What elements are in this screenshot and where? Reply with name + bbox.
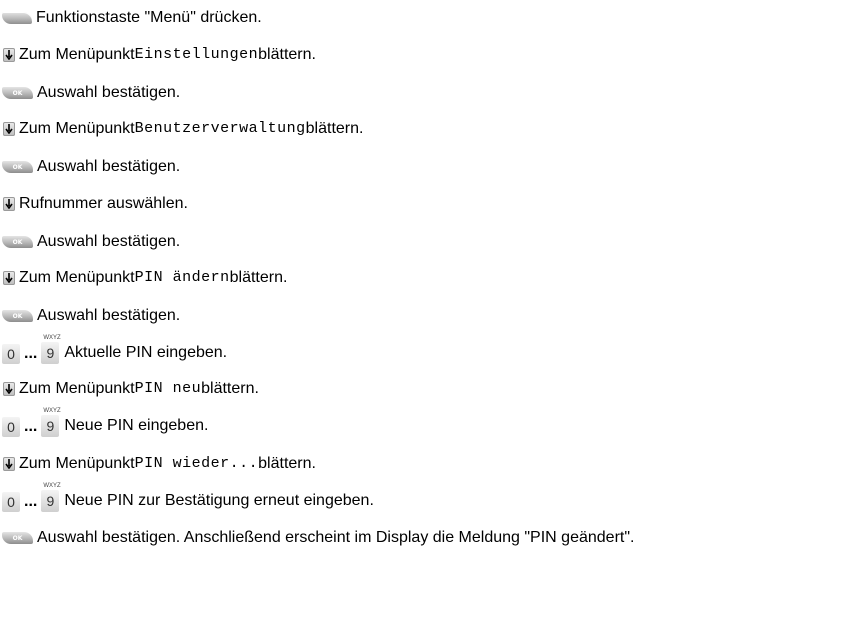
- step-8-menu-item: PIN ändern: [134, 269, 230, 286]
- step-11-menu-item: PIN neu: [134, 380, 202, 397]
- step-12: 0 ... WXYZ 9 Neue PIN eingeben.: [0, 408, 209, 441]
- digit-keys-icon: 0 ... WXYZ 9: [2, 408, 61, 437]
- arrow-down-key-icon: [3, 271, 15, 285]
- step-8: Zum Menüpunkt PIN ändern blättern.: [0, 266, 287, 290]
- digit-keys-icon: 0 ... WXYZ 9: [2, 335, 61, 364]
- arrow-down-key-icon: [3, 382, 15, 396]
- arrow-down-key-icon: [3, 48, 15, 62]
- step-4-text-post: blättern.: [305, 120, 364, 137]
- step-5: OK Auswahl bestätigen.: [0, 155, 180, 179]
- step-5-text: Auswahl bestätigen.: [37, 158, 181, 175]
- step-4-text-pre: Zum Menüpunkt: [19, 120, 135, 137]
- step-1: Funktionstaste "Menü" drücken.: [0, 6, 262, 30]
- step-2-text-post: blättern.: [258, 46, 316, 63]
- step-14-text: Neue PIN zur Bestätigung erneut eingeben…: [64, 492, 374, 509]
- digit-key-9-letters: WXYZ: [43, 483, 61, 489]
- ok-key-icon: OK: [2, 532, 33, 544]
- digit-range-ellipsis: ...: [24, 493, 38, 510]
- step-10-text: Aktuelle PIN eingeben.: [64, 344, 228, 361]
- step-9: OK Auswahl bestätigen.: [0, 304, 180, 328]
- step-13: Zum Menüpunkt PIN wieder... blättern.: [0, 452, 316, 476]
- digit-key-9-letters: WXYZ: [43, 335, 61, 341]
- digit-keys-icon: 0 ... WXYZ 9: [2, 483, 61, 512]
- step-2-menu-item: Einstellungen: [134, 46, 259, 63]
- step-11-text-pre: Zum Menüpunkt: [19, 380, 135, 397]
- step-9-text: Auswahl bestätigen.: [37, 307, 181, 324]
- step-1-text: Funktionstaste "Menü" drücken.: [36, 9, 262, 26]
- step-13-menu-item: PIN wieder...: [134, 455, 259, 472]
- step-11-text-post: blättern.: [201, 380, 259, 397]
- digit-key-9-label: 9: [46, 418, 55, 434]
- step-4: Zum Menüpunkt Benutzerverwaltung blätter…: [0, 117, 363, 141]
- step-13-text-pre: Zum Menüpunkt: [19, 455, 135, 472]
- step-13-text-post: blättern.: [258, 455, 316, 472]
- step-15: OK Auswahl bestätigen. Anschließend ersc…: [0, 526, 634, 550]
- digit-range-ellipsis: ...: [24, 345, 38, 362]
- step-14: 0 ... WXYZ 9 Neue PIN zur Bestätigung ern…: [0, 483, 374, 516]
- digit-key-9: WXYZ 9: [41, 483, 61, 512]
- step-12-text: Neue PIN eingeben.: [64, 417, 209, 434]
- step-3-text: Auswahl bestätigen.: [37, 84, 181, 101]
- step-7-text: Auswahl bestätigen.: [37, 233, 181, 250]
- step-2: Zum Menüpunkt Einstellungen blättern.: [0, 43, 316, 67]
- digit-key-0: 0: [2, 344, 20, 364]
- step-4-menu-item: Benutzerverwaltung: [134, 120, 306, 137]
- step-6-text: Rufnummer auswählen.: [19, 195, 188, 212]
- digit-key-9: WXYZ 9: [41, 335, 61, 364]
- step-15-text: Auswahl bestätigen. Anschließend erschei…: [37, 529, 635, 546]
- step-2-text-pre: Zum Menüpunkt: [19, 46, 135, 63]
- arrow-down-key-icon: [3, 457, 15, 471]
- step-8-text-post: blättern.: [229, 269, 288, 286]
- ok-key-icon: OK: [2, 310, 33, 322]
- digit-range-ellipsis: ...: [24, 418, 38, 435]
- digit-key-9-label: 9: [46, 345, 55, 361]
- digit-key-9: WXYZ 9: [41, 408, 61, 437]
- ok-key-icon: OK: [2, 236, 33, 248]
- arrow-down-key-icon: [3, 122, 15, 136]
- digit-key-0: 0: [2, 492, 20, 512]
- digit-key-9-letters: WXYZ: [43, 408, 61, 414]
- menu-softkey-icon: [2, 12, 32, 24]
- digit-key-0: 0: [2, 417, 20, 437]
- step-8-text-pre: Zum Menüpunkt: [19, 269, 135, 286]
- step-6: Rufnummer auswählen.: [0, 192, 188, 216]
- arrow-down-key-icon: [3, 197, 15, 211]
- step-3: OK Auswahl bestätigen.: [0, 81, 180, 105]
- ok-key-icon: OK: [2, 161, 33, 173]
- step-10: 0 ... WXYZ 9 Aktuelle PIN eingeben.: [0, 335, 228, 368]
- digit-key-9-label: 9: [46, 493, 55, 509]
- step-11: Zum Menüpunkt PIN neu blättern.: [0, 377, 259, 401]
- ok-key-icon: OK: [2, 87, 33, 99]
- step-7: OK Auswahl bestätigen.: [0, 230, 180, 254]
